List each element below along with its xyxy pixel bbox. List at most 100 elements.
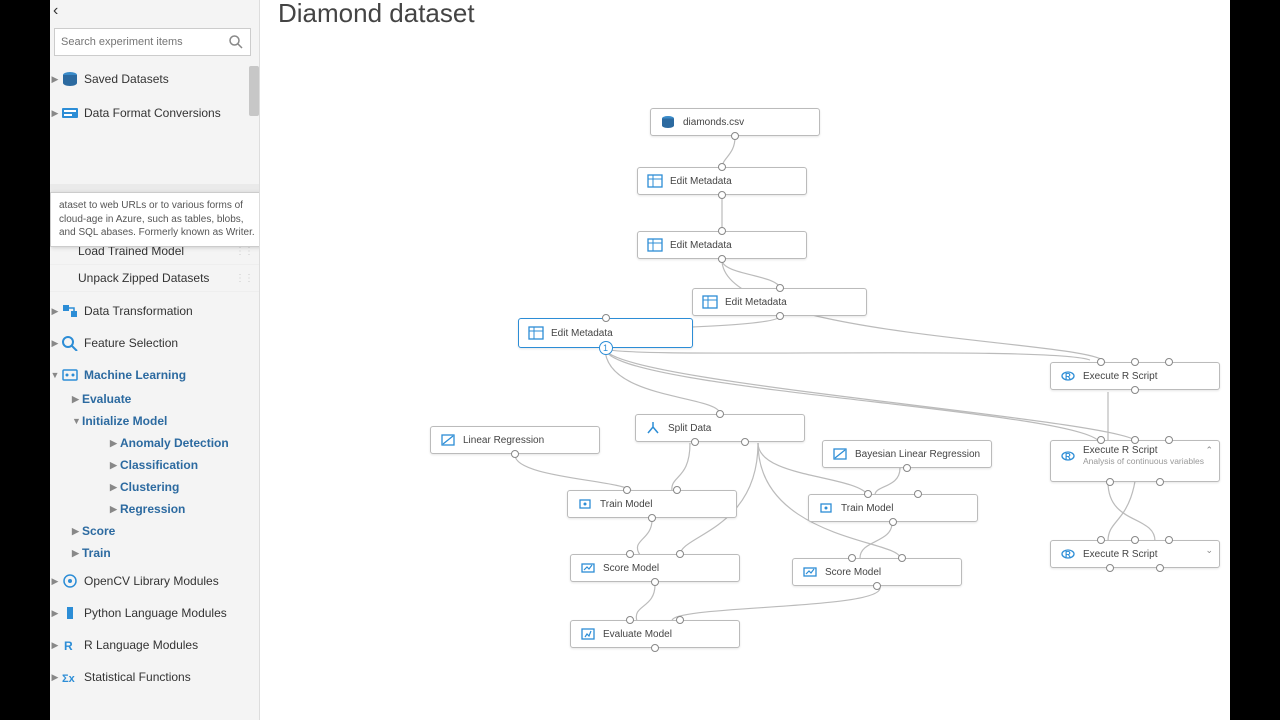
sidebar-scroll[interactable]: ▶ Saved Datasets ▶ Data Format Conversio… — [50, 66, 259, 706]
category-r[interactable]: ▶ R R Language Modules — [50, 632, 259, 658]
node-score-model-2[interactable]: Score Model — [792, 558, 962, 586]
score-icon — [799, 561, 821, 583]
opencv-icon — [60, 572, 80, 590]
node-label: Edit Metadata — [725, 297, 787, 308]
node-linear-regression[interactable]: Linear Regression — [430, 426, 600, 454]
node-label: Edit Metadata — [670, 176, 732, 187]
node-edit-metadata-1[interactable]: Edit Metadata — [637, 167, 807, 195]
node-train-model-2[interactable]: Train Model — [808, 494, 978, 522]
chevron-down-icon[interactable]: ⌄ — [1205, 545, 1213, 556]
node-evaluate-model[interactable]: Evaluate Model — [570, 620, 740, 648]
subcat-regression[interactable]: ▶Regression — [110, 498, 259, 520]
chevron-right-icon: ▶ — [50, 672, 60, 683]
category-saved-datasets[interactable]: ▶ Saved Datasets — [50, 66, 259, 92]
subcat-initialize-model[interactable]: ▼Initialize Model — [72, 410, 259, 432]
category-label: Saved Datasets — [84, 72, 169, 86]
node-label: Evaluate Model — [603, 629, 672, 640]
node-execute-r-2[interactable]: R Execute R Script Analysis of continuou… — [1050, 440, 1220, 482]
chevron-right-icon: ▶ — [50, 108, 60, 119]
node-edit-metadata-2[interactable]: Edit Metadata — [637, 231, 807, 259]
python-icon — [60, 604, 80, 622]
svg-text:Σx: Σx — [62, 673, 76, 685]
subcat-anomaly[interactable]: ▶Anomaly Detection — [110, 432, 259, 454]
node-label: Edit Metadata — [670, 240, 732, 251]
node-score-model-1[interactable]: Score Model — [570, 554, 740, 582]
category-label: OpenCV Library Modules — [84, 574, 219, 588]
metadata-icon — [644, 234, 666, 256]
stats-icon: Σx — [60, 668, 80, 686]
port-badge: 1 — [599, 341, 613, 355]
node-label: Split Data — [668, 423, 711, 434]
chevron-right-icon: ▶ — [50, 338, 60, 349]
train-icon — [574, 493, 596, 515]
node-label: Train Model — [841, 503, 893, 514]
drag-handle-icon: ⋮⋮ — [235, 246, 253, 257]
metadata-icon — [699, 291, 721, 313]
category-stats[interactable]: ▶ Σx Statistical Functions — [50, 664, 259, 690]
experiment-canvas[interactable]: Diamond dataset — [260, 0, 1230, 720]
category-label: Data Format Conversions — [84, 106, 221, 120]
node-execute-r-1[interactable]: R Execute R Script — [1050, 362, 1220, 390]
model-icon — [437, 429, 459, 451]
category-label: R Language Modules — [84, 638, 198, 652]
model-icon — [829, 443, 851, 465]
chevron-down-icon: ▼ — [50, 370, 60, 380]
metadata-icon — [525, 322, 547, 344]
node-bayesian-lr[interactable]: Bayesian Linear Regression — [822, 440, 992, 468]
back-arrow-icon[interactable]: ‹ — [53, 2, 58, 20]
svg-text:R: R — [1065, 372, 1071, 381]
r-script-icon: R — [1057, 365, 1079, 387]
transform-icon — [60, 302, 80, 320]
node-execute-r-3[interactable]: R Execute R Script ⌄ — [1050, 540, 1220, 568]
category-data-format[interactable]: ▶ Data Format Conversions — [50, 100, 259, 126]
subcat-train[interactable]: ▶Train — [72, 542, 259, 564]
subcat-classification[interactable]: ▶Classification — [110, 454, 259, 476]
sidebar: ‹ ▶ Saved Datasets ▶ Data Format Convers — [50, 0, 260, 720]
ml-icon — [60, 366, 80, 384]
subcat-score[interactable]: ▶Score — [72, 520, 259, 542]
category-data-transformation[interactable]: ▶ Data Transformation — [50, 298, 259, 324]
score-icon — [577, 557, 599, 579]
chevron-right-icon: ▶ — [50, 306, 60, 317]
category-label: Data Transformation — [84, 304, 193, 318]
node-train-model-1[interactable]: Train Model — [567, 490, 737, 518]
search-box[interactable] — [54, 28, 251, 56]
module-label: Unpack Zipped Datasets — [78, 271, 209, 285]
node-label: Execute R Script — [1083, 371, 1157, 382]
node-label: Edit Metadata — [551, 328, 613, 339]
node-dataset[interactable]: diamonds.csv — [650, 108, 820, 136]
category-opencv[interactable]: ▶ OpenCV Library Modules — [50, 568, 259, 594]
feature-icon — [60, 334, 80, 352]
chevron-up-icon[interactable]: ⌃ — [1205, 445, 1213, 456]
node-split-data[interactable]: Split Data — [635, 414, 805, 442]
node-label: diamonds.csv — [683, 117, 744, 128]
category-feature-selection[interactable]: ▶ Feature Selection — [50, 330, 259, 356]
node-label: Train Model — [600, 499, 652, 510]
drag-handle-icon: ⋮⋮ — [235, 273, 253, 284]
svg-text:R: R — [64, 639, 73, 653]
category-label: Statistical Functions — [84, 670, 191, 684]
chevron-right-icon: ▶ — [50, 576, 60, 587]
chevron-right-icon: ▶ — [50, 640, 60, 651]
data-format-icon — [60, 104, 80, 122]
module-unpack-zipped[interactable]: Unpack Zipped Datasets ⋮⋮ — [50, 265, 259, 292]
node-label: Score Model — [603, 563, 659, 574]
chevron-right-icon: ▶ — [50, 74, 60, 85]
evaluate-icon — [577, 623, 599, 645]
node-label: Execute R Script — [1083, 445, 1204, 456]
train-icon — [815, 497, 837, 519]
svg-text:R: R — [1065, 550, 1071, 559]
node-label: Bayesian Linear Regression — [855, 449, 980, 460]
node-edit-metadata-3[interactable]: Edit Metadata — [692, 288, 867, 316]
node-label: Score Model — [825, 567, 881, 578]
search-input[interactable] — [61, 36, 228, 48]
split-icon — [642, 417, 664, 439]
category-python[interactable]: ▶ Python Language Modules — [50, 600, 259, 626]
node-sublabel: Analysis of continuous variables — [1083, 456, 1204, 466]
category-label: Python Language Modules — [84, 606, 227, 620]
search-icon[interactable] — [228, 34, 244, 50]
subcat-clustering[interactable]: ▶Clustering — [110, 476, 259, 498]
node-edit-metadata-4[interactable]: Edit Metadata 1 — [518, 318, 693, 348]
category-machine-learning[interactable]: ▼ Machine Learning — [50, 362, 259, 388]
subcat-evaluate[interactable]: ▶Evaluate — [72, 388, 259, 410]
